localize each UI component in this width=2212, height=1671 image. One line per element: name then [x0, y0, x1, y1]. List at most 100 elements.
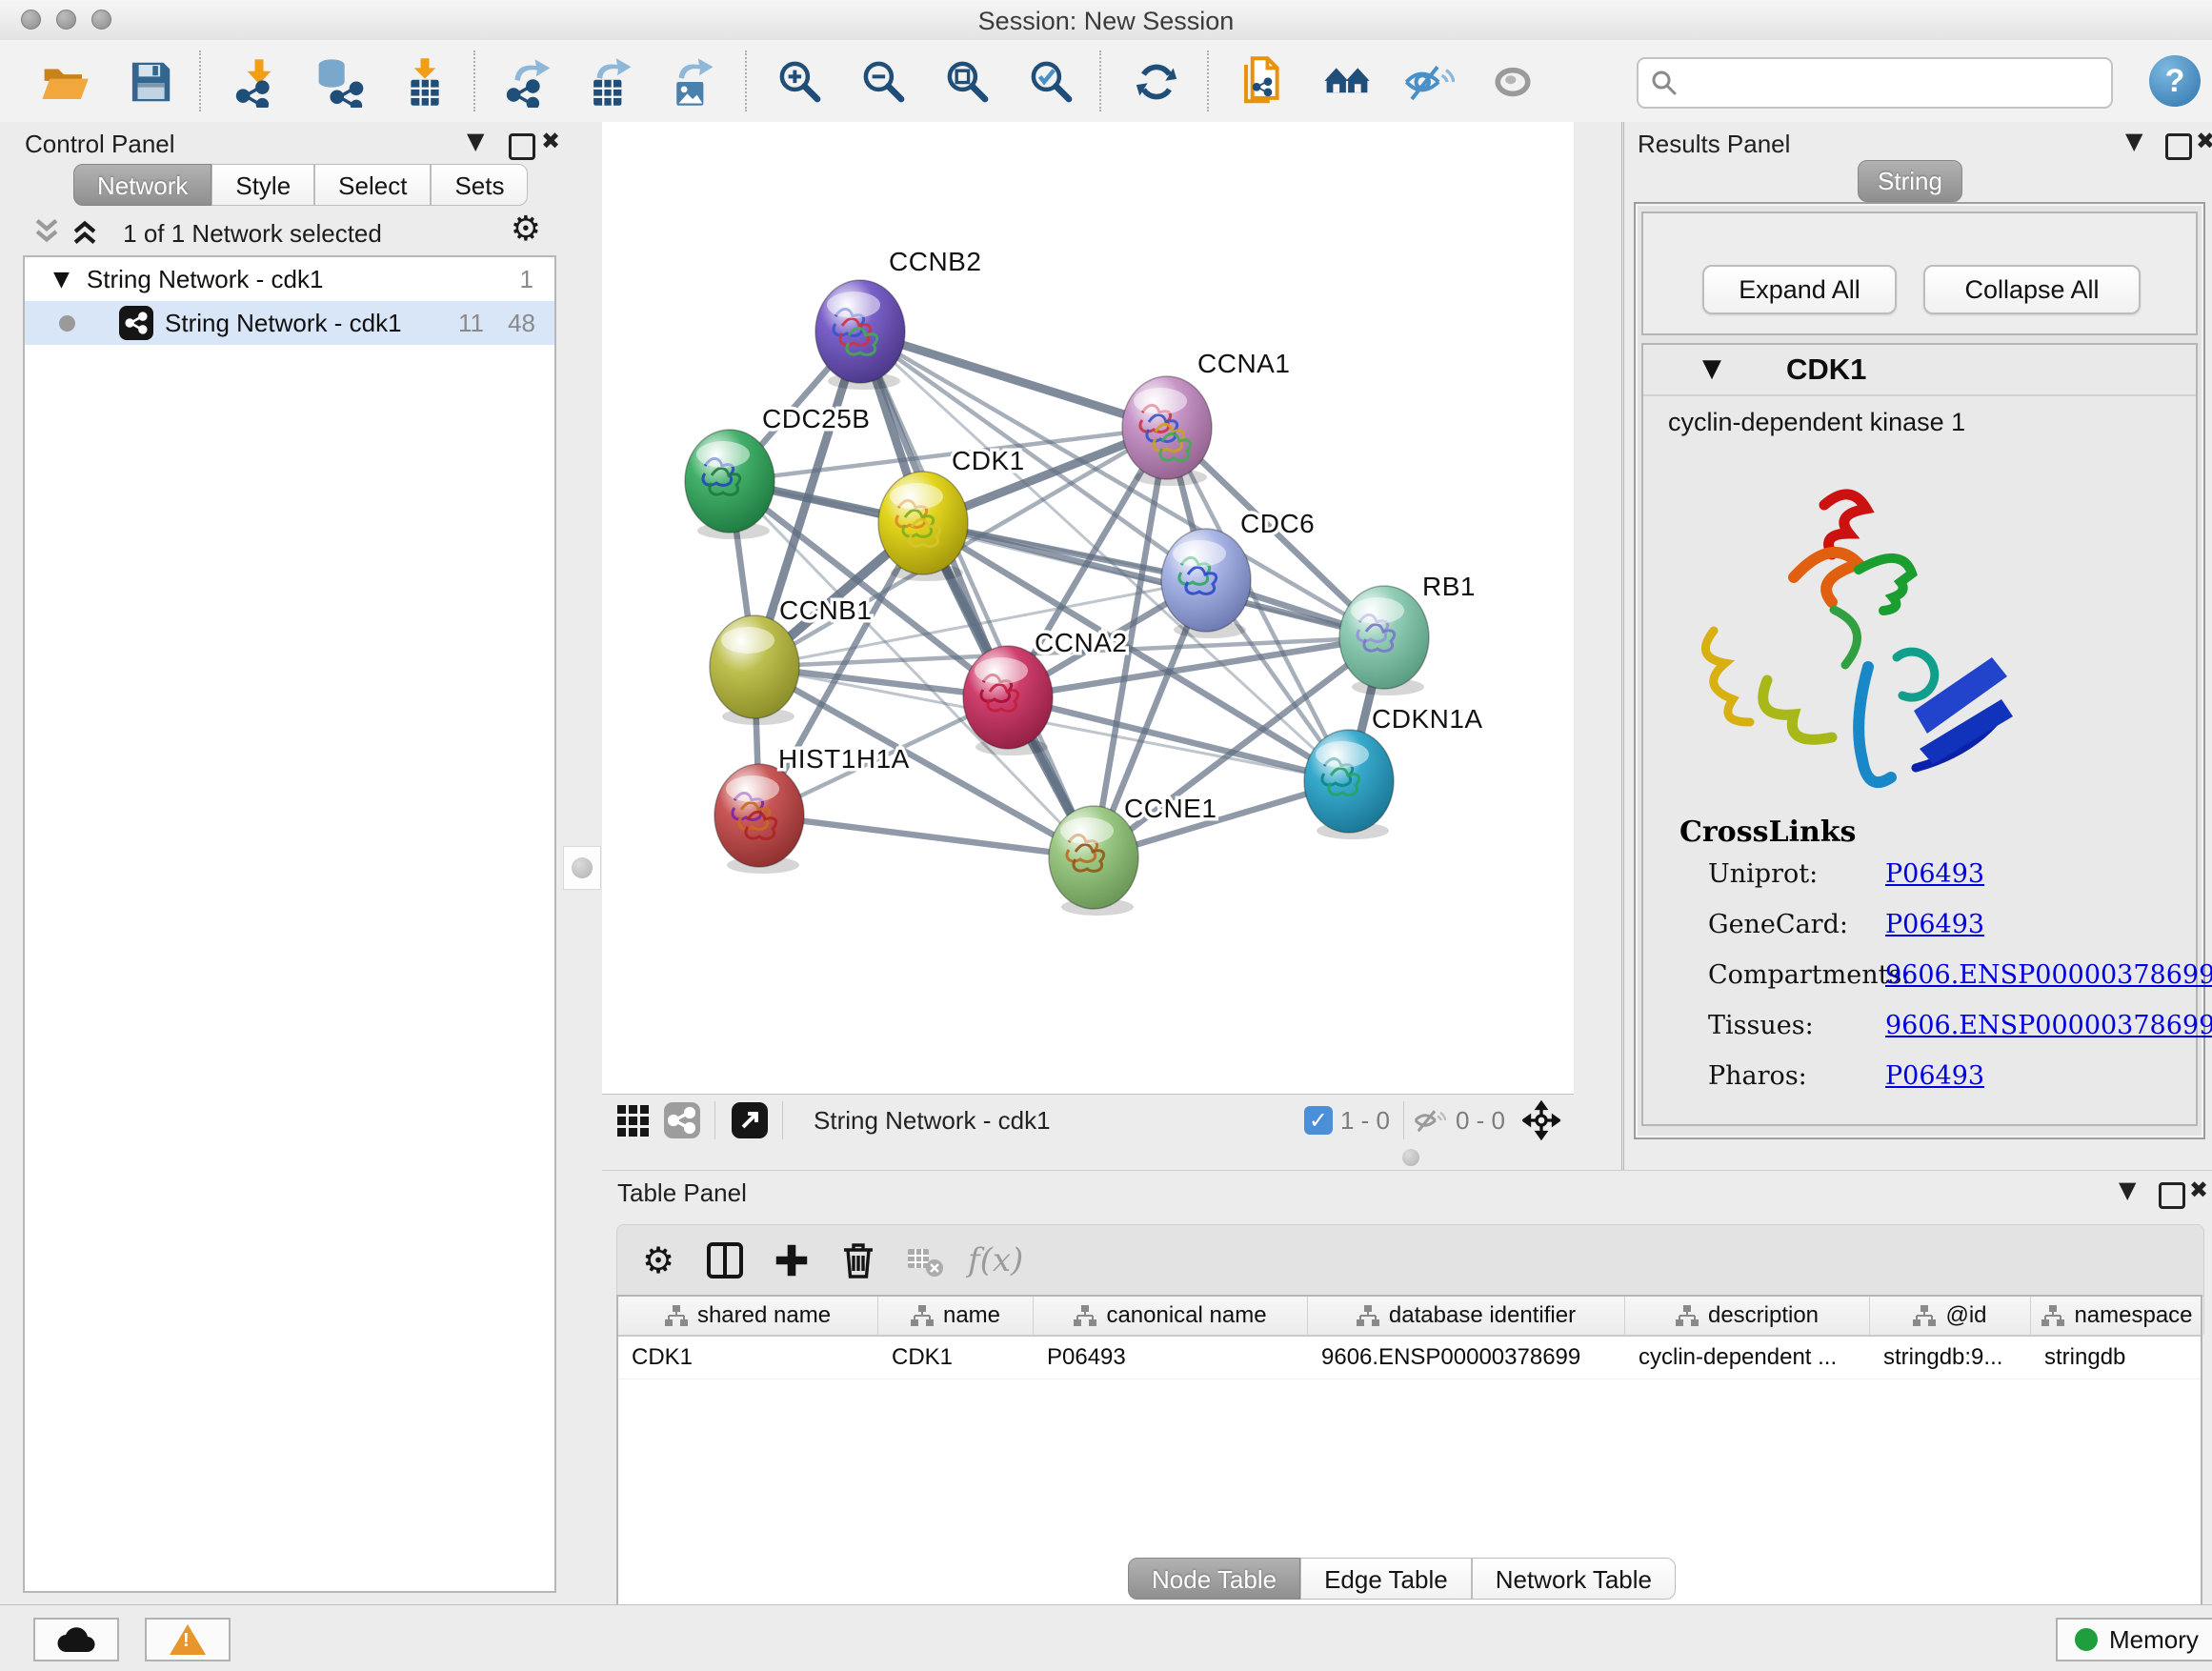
crosslink-value[interactable]: P06493 [1885, 910, 1984, 939]
export-image-button[interactable] [663, 53, 720, 111]
column-label: canonical name [1106, 1302, 1266, 1329]
network-node-HIST1H1A[interactable] [714, 764, 804, 874]
crosslinks-rows: Uniprot:P06493GeneCard:P06493Compartment… [1666, 849, 2212, 1101]
zoom-fit-button[interactable] [939, 53, 996, 111]
gene-section-header[interactable]: ▼ CDK1 [1643, 345, 2196, 396]
import-network-file-button[interactable] [231, 53, 288, 111]
crosslink-value[interactable]: P06493 [1885, 1061, 1984, 1091]
import-table-button[interactable] [396, 53, 453, 111]
open-session-button[interactable] [36, 53, 93, 111]
table-cell[interactable]: 9606.ENSP00000378699 [1308, 1337, 1625, 1379]
warning-status-button[interactable] [145, 1618, 231, 1661]
horizontal-splitter[interactable] [602, 1145, 1574, 1170]
column-header-description[interactable]: description [1625, 1297, 1870, 1335]
splitter-handle[interactable] [1402, 1149, 1419, 1166]
tab-select[interactable]: Select [314, 164, 431, 206]
refresh-button[interactable] [1128, 53, 1185, 111]
table-cell[interactable]: stringdb [2031, 1337, 2204, 1379]
column-header-at-id[interactable]: @id [1870, 1297, 2031, 1335]
trash-icon[interactable] [833, 1235, 884, 1286]
search-box[interactable] [1637, 57, 2113, 109]
selected-checkbox-icon[interactable]: ✓ [1304, 1106, 1333, 1135]
tab-network[interactable]: Network [73, 164, 211, 206]
expand-all-button[interactable]: Expand All [1702, 265, 1897, 314]
help-button[interactable]: ? [2149, 55, 2201, 107]
network-node-RB1[interactable] [1339, 586, 1429, 695]
function-builder-icon[interactable]: f(x) [968, 1241, 1023, 1279]
cloud-status-button[interactable] [33, 1618, 119, 1661]
panel-close-icon[interactable]: ✖ [541, 128, 560, 154]
add-column-icon[interactable] [766, 1235, 817, 1286]
crosslink-value[interactable]: 9606.ENSP00000378699 [1885, 960, 2212, 990]
show-panels-button[interactable] [1484, 53, 1541, 111]
crosslink-label: Compartments: [1666, 960, 1885, 990]
panel-menu-icon[interactable]: ▼ [467, 128, 484, 154]
grid-view-icon[interactable] [613, 1101, 652, 1139]
splitter-handle[interactable] [563, 846, 601, 890]
tab-network-table[interactable]: Network Table [1472, 1558, 1676, 1600]
export-table-button[interactable] [581, 53, 638, 111]
tree-expand-icon[interactable]: ▼ [53, 268, 70, 292]
network-node-CDKN1A[interactable] [1304, 730, 1394, 839]
network-collection-row[interactable]: ▼ String Network - cdk1 1 [25, 257, 554, 301]
column-header-namespace[interactable]: namespace [2031, 1297, 2204, 1335]
tab-edge-table[interactable]: Edge Table [1300, 1558, 1472, 1600]
node-label-CDK1: CDK1 [952, 446, 1025, 475]
network-edge[interactable] [860, 332, 1094, 857]
share-network-icon[interactable] [663, 1101, 701, 1139]
zoom-in-button[interactable] [772, 53, 829, 111]
export-network-button[interactable] [501, 53, 558, 111]
table-cell[interactable]: P06493 [1034, 1337, 1308, 1379]
network-row[interactable]: String Network - cdk1 11 48 [25, 301, 554, 345]
column-header-database-identifier[interactable]: database identifier [1308, 1297, 1625, 1335]
share-document-button[interactable] [1235, 53, 1292, 111]
panel-float-icon[interactable] [2165, 133, 2192, 160]
save-session-button[interactable] [122, 53, 179, 111]
panel-menu-icon[interactable]: ▼ [2119, 1177, 2136, 1203]
panel-float-icon[interactable] [509, 133, 535, 160]
table-cell[interactable]: stringdb:9... [1870, 1337, 2031, 1379]
tab-style[interactable]: Style [211, 164, 314, 206]
crosslink-value[interactable]: P06493 [1885, 859, 1984, 889]
table-cell[interactable]: CDK1 [878, 1337, 1034, 1379]
network-node-CCNB2[interactable] [815, 280, 905, 390]
panel-close-icon[interactable]: ✖ [2196, 128, 2212, 154]
tab-sets[interactable]: Sets [431, 164, 528, 206]
zoom-out-button[interactable] [855, 53, 913, 111]
panel-close-icon[interactable]: ✖ [2189, 1177, 2208, 1203]
network-edge[interactable] [759, 815, 1094, 857]
collapse-section-icon[interactable]: ▼ [1702, 354, 1721, 383]
table-row[interactable]: CDK1CDK1P064939606.ENSP00000378699cyclin… [618, 1337, 2201, 1379]
panel-menu-icon[interactable]: ▼ [2125, 128, 2142, 154]
import-network-database-button[interactable] [311, 53, 368, 111]
network-node-CCNA1[interactable] [1122, 376, 1212, 486]
network-node-CCNB1[interactable] [710, 615, 799, 725]
table-cell[interactable]: CDK1 [618, 1337, 878, 1379]
home-button[interactable] [1318, 53, 1376, 111]
gear-icon[interactable]: ⚙ [511, 210, 541, 249]
network-edge[interactable] [860, 332, 1167, 428]
show-columns-icon[interactable] [699, 1235, 751, 1286]
hidden-eye-icon[interactable] [1410, 1101, 1448, 1139]
left-splitter[interactable] [562, 122, 602, 1604]
crosslink-value[interactable]: 9606.ENSP00000378699 [1885, 1011, 2212, 1040]
share-document-icon [1237, 56, 1289, 108]
hide-panels-button[interactable] [1400, 53, 1458, 111]
column-header-name[interactable]: name [878, 1297, 1034, 1335]
column-header-canonical-name[interactable]: canonical name [1034, 1297, 1308, 1335]
table-cell[interactable]: cyclin-dependent ... [1625, 1337, 1870, 1379]
column-header-shared-name[interactable]: shared name [618, 1297, 878, 1335]
delete-table-icon[interactable] [899, 1235, 951, 1286]
memory-button[interactable]: Memory [2056, 1618, 2212, 1661]
network-node-CDC25B[interactable] [685, 430, 774, 539]
gear-icon[interactable]: ⚙ [633, 1235, 684, 1286]
tab-string[interactable]: String [1858, 160, 1962, 202]
panel-float-icon[interactable] [2159, 1182, 2185, 1209]
zoom-selected-button[interactable] [1023, 53, 1080, 111]
collapse-all-button[interactable]: Collapse All [1923, 265, 2141, 314]
open-in-new-icon[interactable] [731, 1101, 769, 1139]
network-canvas[interactable]: CCNB2CCNA1CDC25BCDK1CDC6RB1CCNB1CCNA2CDK… [602, 122, 1574, 1094]
birdseye-view-icon[interactable] [1522, 1101, 1560, 1139]
tab-node-table[interactable]: Node Table [1128, 1558, 1300, 1600]
search-input[interactable] [1679, 63, 2111, 103]
